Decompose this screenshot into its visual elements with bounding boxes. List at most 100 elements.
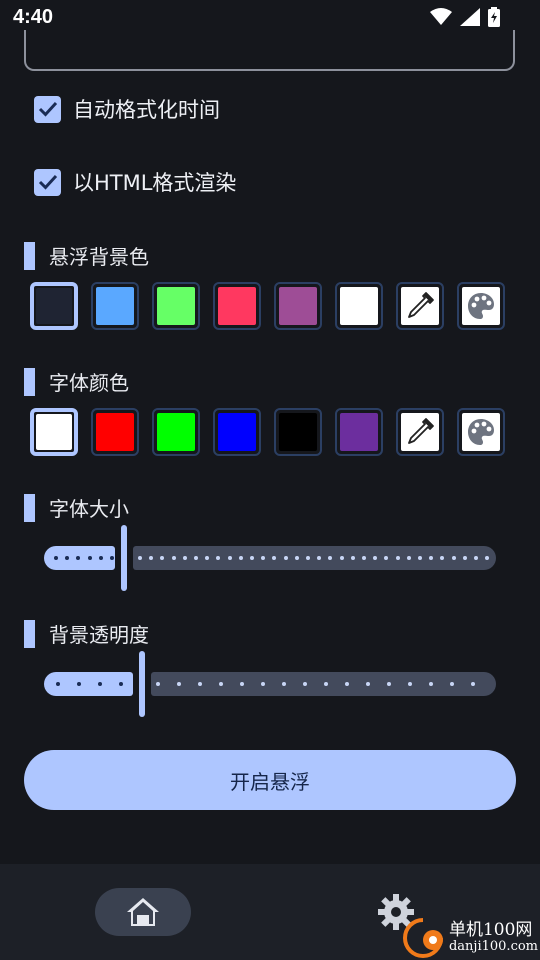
background-color-swatch-fill — [96, 287, 134, 325]
slider-tick — [138, 556, 142, 560]
background-color-swatch[interactable] — [152, 282, 200, 330]
font-color-swatch[interactable] — [30, 408, 78, 456]
slider-tick — [406, 556, 411, 560]
slider-tick — [149, 556, 154, 560]
font-color-swatch[interactable] — [274, 408, 322, 456]
slider-tick — [362, 556, 366, 560]
slider-tick — [160, 556, 165, 560]
eyedropper-icon — [401, 413, 439, 451]
palette-icon — [462, 287, 500, 325]
slider-tick — [317, 556, 322, 560]
background-opacity-thumb[interactable] — [139, 651, 145, 717]
background-color-swatch[interactable] — [213, 282, 261, 330]
font-color-swatch[interactable] — [335, 408, 383, 456]
slider-tick — [182, 556, 187, 560]
html-render-option[interactable]: 以HTML格式渲染 — [34, 167, 236, 197]
slider-tick — [194, 556, 198, 560]
text-input-area[interactable] — [24, 30, 515, 71]
font-color-swatch[interactable] — [91, 408, 139, 456]
slider-tick — [408, 682, 412, 686]
font-color-swatch[interactable] — [213, 408, 261, 456]
slider-tick — [250, 556, 254, 560]
background-opacity-title: 背景透明度 — [49, 623, 149, 647]
font-color-heading: 字体颜色 — [24, 367, 129, 396]
slider-tick — [261, 682, 265, 686]
slider-tick — [216, 556, 221, 560]
slider-tick — [54, 556, 58, 560]
font-size-slider[interactable] — [44, 525, 496, 591]
slider-tick — [56, 682, 60, 686]
slider-tick — [65, 556, 70, 560]
watermark-title: 单机100网 — [448, 920, 533, 941]
auto-format-time-option[interactable]: 自动格式化时间 — [34, 94, 220, 124]
background-color-heading: 悬浮背景色 — [24, 241, 149, 270]
slider-tick — [429, 556, 434, 560]
slider-tick — [373, 556, 378, 560]
font-color-swatch[interactable] — [152, 408, 200, 456]
font-color-swatch-fill — [279, 413, 317, 451]
background-color-palette-button[interactable] — [457, 282, 505, 330]
home-icon — [127, 898, 159, 926]
background-color-swatch-fill — [157, 287, 195, 325]
slider-tick — [227, 556, 232, 560]
background-color-swatch[interactable] — [30, 282, 78, 330]
font-size-title: 字体大小 — [49, 497, 129, 521]
slider-tick — [324, 682, 328, 686]
background-opacity-active-track — [44, 672, 133, 696]
auto-format-time-checkbox[interactable] — [34, 95, 61, 123]
background-color-title: 悬浮背景色 — [49, 245, 149, 269]
font-color-swatch-fill — [36, 414, 72, 450]
font-size-thumb[interactable] — [121, 525, 127, 591]
watermark-logo-icon — [402, 918, 443, 958]
background-color-swatches — [30, 282, 505, 330]
slider-tick — [450, 682, 454, 686]
section-marker — [24, 241, 35, 270]
slider-tick — [98, 682, 102, 686]
background-opacity-slider[interactable] — [44, 651, 496, 717]
font-color-swatch-fill — [340, 413, 378, 451]
slider-tick — [283, 556, 288, 560]
slider-tick — [384, 556, 389, 560]
battery-charging-icon — [488, 7, 500, 27]
slider-tick — [240, 682, 244, 686]
slider-tick — [119, 682, 123, 686]
slider-tick — [418, 556, 422, 560]
start-floating-button[interactable]: 开启悬浮 — [24, 750, 516, 810]
background-color-swatch-fill — [36, 288, 72, 324]
slider-tick — [76, 556, 81, 560]
background-color-swatch-fill — [218, 287, 256, 325]
background-color-swatch[interactable] — [335, 282, 383, 330]
font-size-heading: 字体大小 — [24, 493, 129, 522]
background-color-swatch[interactable] — [91, 282, 139, 330]
font-color-palette-button[interactable] — [457, 408, 505, 456]
slider-tick — [440, 556, 445, 560]
slider-tick — [219, 682, 223, 686]
background-opacity-inactive-track — [151, 672, 496, 696]
slider-tick — [87, 556, 92, 560]
nav-home-button[interactable] — [95, 888, 191, 936]
section-marker — [24, 619, 35, 648]
status-icons — [430, 7, 500, 27]
font-size-active-track — [44, 546, 115, 570]
bottom-navigation: 单机100网 danji100.com — [0, 864, 540, 960]
slider-tick — [451, 556, 456, 560]
section-marker — [24, 367, 35, 396]
watermark: 单机100网 danji100.com — [401, 916, 538, 960]
slider-tick — [366, 682, 370, 686]
section-marker — [24, 493, 35, 522]
slider-tick — [350, 556, 355, 560]
font-color-eyedropper-button[interactable] — [396, 408, 444, 456]
font-color-swatches — [30, 408, 505, 456]
background-color-eyedropper-button[interactable] — [396, 282, 444, 330]
auto-format-time-label: 自动格式化时间 — [73, 98, 220, 122]
slider-tick — [328, 556, 333, 560]
font-size-inactive-track — [133, 546, 496, 570]
slider-tick — [261, 556, 266, 560]
slider-tick — [306, 556, 310, 560]
slider-tick — [429, 682, 433, 686]
slider-tick — [77, 682, 81, 686]
html-render-checkbox[interactable] — [34, 168, 61, 196]
background-color-swatch[interactable] — [274, 282, 322, 330]
eyedropper-icon — [401, 287, 439, 325]
slider-tick — [205, 556, 210, 560]
